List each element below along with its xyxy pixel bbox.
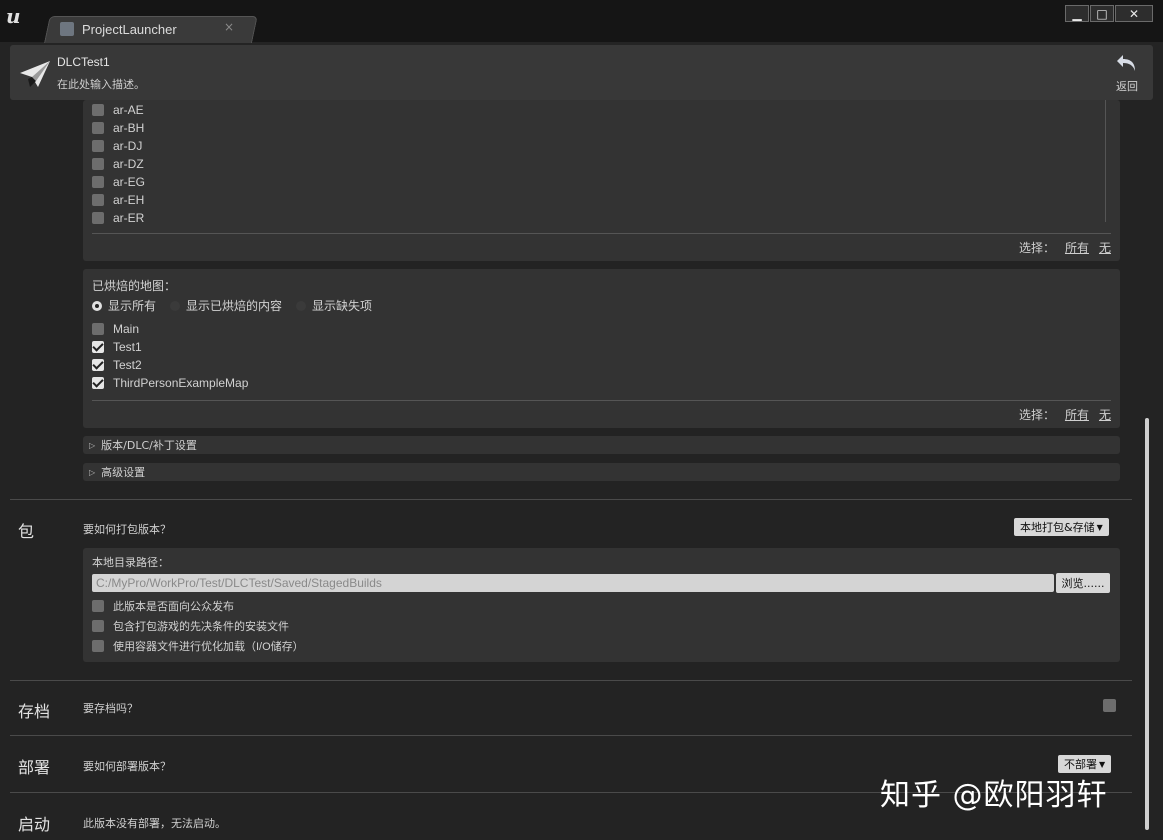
cooked-maps-panel: 已烘焙的地图： 显示所有 显示已烘焙的内容 显示缺失项 Main Test1 T… [83, 269, 1120, 428]
checkbox[interactable] [92, 620, 104, 632]
window-controls: ▁ □ ✕ [1064, 5, 1153, 22]
cultures-select-row: 选择： 所有 无 [1019, 239, 1111, 256]
list-item[interactable]: ar-EH [92, 192, 144, 208]
list-item[interactable]: Test1 [92, 339, 142, 355]
checkbox[interactable] [92, 158, 104, 170]
advanced-settings-expander[interactable]: ▷ 高级设置 [83, 463, 1120, 481]
list-item[interactable]: 使用容器文件进行优化加载（I/O储存） [92, 638, 304, 654]
local-dir-label: 本地目录路径： [92, 557, 169, 569]
checkbox[interactable] [92, 600, 104, 612]
list-item[interactable]: Test2 [92, 357, 142, 373]
section-divider [10, 499, 1132, 500]
close-button[interactable]: ✕ [1115, 5, 1153, 22]
cultures-panel: ar-AE ar-BH ar-DJ ar-DZ ar-EG ar-EH ar-E… [83, 100, 1120, 261]
list-item[interactable]: 包含打包游戏的先决条件的安装文件 [92, 618, 289, 634]
list-item[interactable]: Main [92, 321, 139, 337]
checkbox[interactable] [92, 104, 104, 116]
archive-question: 要存档吗？ [83, 702, 138, 715]
maximize-button[interactable]: □ [1090, 5, 1114, 22]
project-description[interactable]: 在此处输入描述。 [57, 76, 145, 92]
browse-button[interactable]: 浏览...... [1056, 573, 1110, 593]
list-item[interactable]: ar-EG [92, 174, 145, 190]
paper-plane-icon [20, 61, 50, 87]
back-label: 返回 [1116, 80, 1138, 93]
title-bar: u ProjectLauncher × ▁ □ ✕ [0, 0, 1163, 43]
package-section-label: 包 [18, 522, 35, 541]
list-item[interactable]: ar-DZ [92, 156, 144, 172]
archive-section-label: 存档 [18, 702, 51, 721]
radio-show-missing[interactable] [296, 300, 307, 311]
back-button[interactable]: 返回 [1113, 51, 1141, 94]
tab-label: ProjectLauncher [82, 21, 177, 37]
list-item[interactable]: ar-DJ [92, 138, 142, 154]
section-divider [10, 680, 1132, 681]
unreal-logo-icon: u [6, 4, 21, 28]
back-arrow-icon [1117, 55, 1135, 71]
checkbox[interactable] [92, 359, 104, 371]
select-all-link[interactable]: 所有 [1065, 239, 1089, 256]
select-none-link[interactable]: 无 [1099, 406, 1111, 423]
select-none-link[interactable]: 无 [1099, 239, 1111, 256]
radio-show-cooked[interactable] [170, 300, 181, 311]
select-label: 选择： [1018, 408, 1055, 422]
section-divider [10, 735, 1132, 736]
radio-label: 显示已烘焙的内容 [186, 299, 283, 313]
launch-message: 此版本没有部署，无法启动。 [83, 817, 226, 830]
deploy-question: 要如何部署版本？ [83, 760, 171, 773]
minimize-button[interactable]: ▁ [1065, 5, 1089, 22]
maps-filter-radios: 显示所有 显示已烘焙的内容 显示缺失项 [92, 297, 372, 314]
package-mode-dropdown[interactable]: 本地打包&存储 ▼ [1014, 518, 1109, 536]
maps-select-row: 选择： 所有 无 [1019, 406, 1111, 423]
checkbox[interactable] [92, 640, 104, 652]
tab-close-icon[interactable]: × [224, 20, 234, 34]
cultures-scrollbar[interactable] [1105, 100, 1106, 222]
launch-section-label: 启动 [18, 815, 51, 834]
local-dir-input[interactable]: C:/MyPro/WorkPro/Test/DLCTest/Saved/Stag… [92, 574, 1054, 592]
radio-show-all[interactable] [92, 300, 102, 311]
project-name: DLCTest1 [57, 55, 110, 69]
archive-checkbox[interactable] [1103, 699, 1116, 712]
checkbox[interactable] [92, 212, 104, 224]
checkbox[interactable] [92, 176, 104, 188]
dropdown-arrow-icon: ▼ [1099, 759, 1106, 769]
select-label: 选择： [1018, 241, 1055, 255]
project-launcher-icon [60, 22, 74, 36]
list-item[interactable]: ar-AE [92, 102, 144, 118]
radio-label: 显示所有 [108, 299, 157, 313]
checkbox[interactable] [92, 341, 104, 353]
list-item[interactable]: ar-BH [92, 120, 144, 136]
expand-triangle-icon: ▷ [89, 440, 96, 450]
deploy-section-label: 部署 [18, 758, 51, 777]
divider [92, 233, 1111, 234]
checkbox[interactable] [92, 122, 104, 134]
package-options-panel: 本地目录路径： C:/MyPro/WorkPro/Test/DLCTest/Sa… [83, 548, 1120, 662]
radio-label: 显示缺失项 [312, 299, 373, 313]
checkbox[interactable] [92, 323, 104, 335]
list-item[interactable]: ar-ER [92, 210, 144, 226]
watermark-text: 知乎 @欧阳羽轩 [880, 778, 1108, 813]
list-item[interactable]: 此版本是否面向公众发布 [92, 598, 234, 614]
checkbox[interactable] [92, 140, 104, 152]
checkbox[interactable] [92, 194, 104, 206]
list-item[interactable]: ThirdPersonExampleMap [92, 375, 248, 391]
tab-project-launcher[interactable]: ProjectLauncher × [56, 17, 246, 41]
release-settings-expander[interactable]: ▷ 版本/DLC/补丁设置 [83, 436, 1120, 454]
dropdown-arrow-icon: ▼ [1096, 522, 1103, 532]
divider [92, 400, 1111, 401]
profile-header: DLCTest1 在此处输入描述。 返回 [10, 45, 1153, 100]
checkbox[interactable] [92, 377, 104, 389]
expand-triangle-icon: ▷ [89, 467, 96, 477]
maps-title: 已烘焙的地图： [92, 278, 177, 293]
package-question: 要如何打包版本？ [83, 523, 171, 536]
select-all-link[interactable]: 所有 [1065, 406, 1089, 423]
main-scrollbar[interactable] [1145, 418, 1149, 830]
